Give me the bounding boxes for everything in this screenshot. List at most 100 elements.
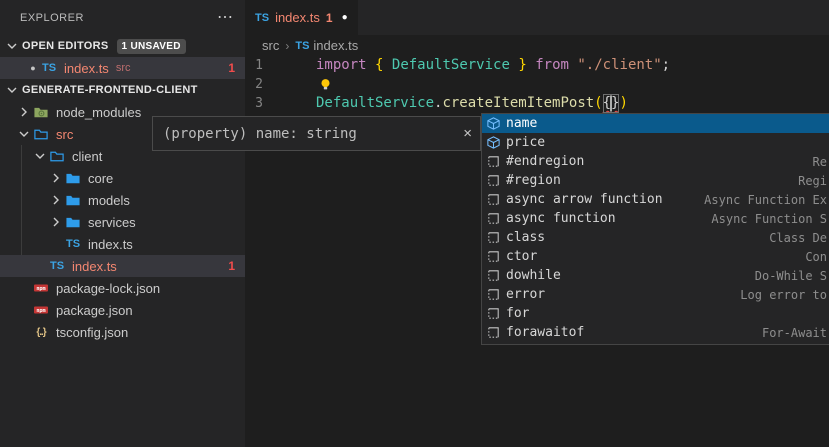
ts-icon: TS (40, 62, 58, 74)
tree-item-package-lock-json[interactable]: npmpackage-lock.json (0, 277, 245, 299)
intellisense-suggest-widget: nameprice#endregionRe#regionRegiasync ar… (481, 113, 829, 345)
code-token: { (375, 56, 383, 75)
tree-item-package-json[interactable]: npmpackage.json (0, 299, 245, 321)
suggest-item[interactable]: #endregionRe (482, 152, 829, 171)
suggest-item[interactable]: classClass De (482, 228, 829, 247)
tree-item-label: client (72, 149, 102, 164)
unsaved-badge: 1 UNSAVED (117, 39, 186, 54)
tree-item-label: tsconfig.json (56, 325, 128, 340)
chevron-right-icon (15, 104, 33, 120)
sidebar-title: EXPLORER (20, 12, 84, 24)
chevron-right-icon (48, 170, 64, 186)
more-actions-icon[interactable]: ⋯ (217, 13, 233, 23)
suggest-item[interactable]: name (482, 114, 829, 133)
unsaved-dot-icon[interactable]: ● (342, 12, 348, 23)
npm-icon: npm (32, 302, 50, 318)
snippet-icon (485, 230, 501, 245)
suggest-item[interactable]: for (482, 304, 829, 323)
suggest-item-label: async arrow function (506, 192, 663, 207)
tree-item-core[interactable]: core (0, 167, 245, 189)
chevron-right-icon: › (285, 39, 289, 53)
suggest-item-label: async function (506, 211, 616, 226)
problem-count-badge: 1 (228, 61, 235, 75)
breadcrumb-file[interactable]: TS index.ts (295, 38, 358, 53)
tree-item-index-ts[interactable]: TSindex.ts (0, 233, 245, 255)
code-editor[interactable]: 1import { DefaultService } from "./clien… (245, 56, 829, 113)
suggest-item-detail: Async Function Ex (704, 193, 827, 207)
folder-icon (64, 193, 82, 208)
tree-item-tsconfig-json[interactable]: {..}tsconfig.json (0, 321, 245, 343)
suggest-item[interactable]: async function Async Function S (482, 209, 829, 228)
code-line[interactable]: 2 (245, 75, 829, 94)
tab-file-label: index.ts (275, 10, 320, 25)
code-token: from (535, 56, 569, 75)
lightbulb-icon[interactable] (316, 77, 331, 92)
tree-item-label: index.ts (88, 237, 133, 252)
snippet-icon (485, 211, 501, 226)
open-editors-section-header[interactable]: OPEN EDITORS 1 UNSAVED (0, 35, 245, 57)
open-editor-description: src (116, 62, 131, 74)
snippet-icon (485, 287, 501, 302)
tree-item-label: src (56, 127, 73, 142)
breadcrumb-folder[interactable]: src (262, 38, 279, 53)
lightbulb-icon (316, 77, 334, 92)
svg-text:npm: npm (36, 308, 45, 314)
suggest-item-detail: Re (813, 155, 827, 169)
open-editor-item[interactable]: ●TSindex.tssrc1 (0, 57, 245, 79)
tree-item-services[interactable]: services (0, 211, 245, 233)
line-number: 3 (245, 94, 263, 113)
suggest-item[interactable]: dowhileDo-While S (482, 266, 829, 285)
suggest-item-detail: Log error to (740, 288, 827, 302)
snippet-icon (485, 325, 501, 340)
close-icon[interactable]: × (463, 126, 472, 141)
tab-bar: TS index.ts 1 ● (245, 0, 829, 35)
chevron-down-icon (16, 126, 32, 142)
snippet-icon (485, 306, 501, 321)
unsaved-dot-icon[interactable]: ● (26, 63, 40, 73)
code-line[interactable]: 3DefaultService.createItemItemPost({}) (245, 94, 829, 113)
suggest-item[interactable]: ctorCon (482, 247, 829, 266)
tree-item-label: core (88, 171, 113, 186)
code-token: } (611, 94, 619, 113)
suggest-item-label: dowhile (506, 268, 561, 283)
suggest-item-label: #region (506, 173, 561, 188)
line-number: 2 (245, 75, 263, 94)
tree-item-index-ts[interactable]: TSindex.ts1 (0, 255, 245, 277)
suggest-item[interactable]: price (482, 133, 829, 152)
tooltip-text: (property) name: string (163, 126, 357, 142)
suggest-details-tooltip: (property) name: string × (152, 116, 481, 151)
suggest-item-label: ctor (506, 249, 537, 264)
snippet-icon (485, 249, 501, 264)
tree-item-models[interactable]: models (0, 189, 245, 211)
snippet-icon (485, 173, 501, 188)
project-section-header[interactable]: GENERATE-FRONTEND-CLIENT (0, 79, 245, 101)
code-token (367, 56, 375, 75)
suggest-item[interactable]: forawaitofFor-Await (482, 323, 829, 342)
vscode-window: EXPLORER ⋯ OPEN EDITORS 1 UNSAVED ●TSind… (0, 0, 829, 447)
suggest-item-label: forawaitof (506, 325, 584, 340)
folder-icon (64, 171, 82, 186)
tab-index-ts[interactable]: TS index.ts 1 ● (245, 0, 358, 35)
suggest-item-label: error (506, 287, 545, 302)
code-token: "./client" (577, 56, 661, 75)
code-token (383, 56, 391, 75)
open-editors-list: ●TSindex.tssrc1 (0, 57, 245, 79)
svg-text:npm: npm (36, 286, 45, 292)
code-token (510, 56, 518, 75)
field-icon (485, 135, 501, 150)
chevron-down-icon (4, 82, 20, 98)
suggest-item-label: class (506, 230, 545, 245)
folder-open-icon (48, 149, 66, 164)
suggest-item-detail: Async Function S (711, 212, 827, 226)
ts-icon: TS (48, 260, 66, 272)
tree-item-label: node_modules (56, 105, 141, 120)
code-token: ) (619, 94, 627, 113)
folder-npm-icon (32, 105, 50, 120)
suggest-item[interactable]: async arrow function Async Function Ex (482, 190, 829, 209)
chevron-right-icon (47, 214, 65, 230)
code-token: ; (662, 56, 670, 75)
code-line[interactable]: 1import { DefaultService } from "./clien… (245, 56, 829, 75)
suggest-item[interactable]: error Log error to (482, 285, 829, 304)
code-token: DefaultService (316, 94, 434, 113)
suggest-item[interactable]: #regionRegi (482, 171, 829, 190)
